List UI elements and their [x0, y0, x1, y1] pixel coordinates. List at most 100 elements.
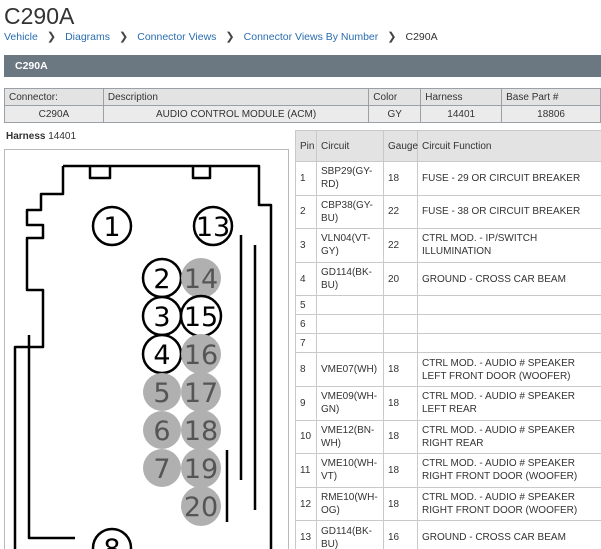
info-value-row: C290A AUDIO CONTROL MODULE (ACM) GY 1440… [4, 105, 601, 123]
pin-13: 13 [192, 205, 234, 247]
value-connector: C290A [4, 105, 104, 123]
pin-cell: 11 [295, 453, 317, 488]
pin-cell: 5 [295, 295, 317, 316]
pin-label: 2 [153, 264, 170, 295]
pin-label: 18 [184, 416, 218, 447]
circuit-cell: SBP29(GY-RD) [316, 161, 384, 196]
pin-label: 15 [184, 302, 218, 333]
connector-diagram: 1 13 2 14 3 15 4 16 5 17 6 18 7 19 20 8 [13, 164, 273, 549]
pin-5: 5 [143, 373, 181, 411]
table-row: 4 GD114(BK-BU) 20 GROUND - CROSS CAR BEAM [295, 261, 601, 297]
header-circuit-function: Circuit Function [417, 130, 601, 162]
function-cell [417, 295, 601, 316]
pin-20: 20 [181, 486, 221, 526]
pin-cell: 12 [295, 486, 317, 522]
function-cell: GROUND - CROSS CAR BEAM [417, 520, 601, 549]
pin-label: 1 [103, 212, 120, 243]
pin-4: 4 [141, 333, 183, 375]
pin-label: 14 [184, 264, 218, 295]
chevron-right-icon: ❯ [119, 31, 129, 43]
function-cell: CTRL MOD. - AUDIO # SPEAKER RIGHT REAR [417, 419, 601, 455]
info-header-row: Connector: Description Color Harness Bas… [4, 88, 601, 106]
circuit-cell [316, 295, 384, 316]
table-row: 11 VME10(WH-VT) 18 CTRL MOD. - AUDIO # SPEA… [295, 453, 601, 488]
pin-17: 17 [181, 372, 221, 412]
table-row: 13 GD114(BK-BU) 16 GROUND - CROSS CAR BEAM [295, 520, 601, 549]
pin-14: 14 [181, 258, 221, 298]
function-cell: CTRL MOD. - IP/SWITCH ILLUMINATION [417, 228, 601, 263]
pin-cell: 4 [295, 261, 317, 297]
pin-19: 19 [181, 448, 221, 488]
pin-2: 2 [141, 257, 183, 299]
pin-label: 20 [184, 492, 218, 523]
circuit-cell: GD114(BK-BU) [316, 261, 384, 297]
function-cell [417, 314, 601, 335]
pin-cell: 1 [295, 161, 317, 196]
header-color: Color [368, 88, 422, 106]
table-row: 3 VLN04(VT-GY) 22 CTRL MOD. - IP/SWITCH ILL… [295, 228, 601, 263]
circuit-cell: VME12(BN-WH) [316, 419, 384, 455]
section-header: C290A [4, 55, 601, 77]
circuit-cell [316, 333, 384, 354]
pin-label: 16 [184, 340, 218, 371]
function-cell: GROUND - CROSS CAR BEAM [417, 261, 601, 297]
breadcrumb-diagrams[interactable]: Diagrams [65, 31, 110, 43]
gauge-cell: 20 [383, 261, 418, 297]
gauge-cell: 16 [383, 520, 418, 549]
breadcrumb-connector-views-by-number[interactable]: Connector Views By Number [244, 31, 379, 43]
gauge-cell: 18 [383, 419, 418, 455]
gauge-cell: 18 [383, 453, 418, 488]
table-row: 9 VME09(WH-GN) 18 CTRL MOD. - AUDIO # SPEAK… [295, 385, 601, 421]
function-cell: CTRL MOD. - AUDIO # SPEAKER RIGHT FRONT … [417, 453, 601, 488]
chevron-right-icon: ❯ [225, 31, 235, 43]
gauge-cell: 18 [383, 161, 418, 196]
breadcrumb-current: C290A [405, 30, 438, 43]
pin-label: 5 [153, 378, 170, 409]
pin-7: 7 [143, 449, 181, 487]
gauge-cell [383, 295, 418, 316]
function-cell: FUSE - 29 OR CIRCUIT BREAKER [417, 161, 601, 196]
function-cell: CTRL MOD. - AUDIO # SPEAKER RIGHT FRONT … [417, 486, 601, 522]
circuit-cell: GD114(BK-BU) [316, 520, 384, 549]
table-row: 2 CBP38(GY-BU) 22 FUSE - 38 OR CIRCUIT BREA… [295, 194, 601, 230]
table-row: 12 RME10(WH-OG) 18 CTRL MOD. - AUDIO # SPEA… [295, 486, 601, 522]
gauge-cell [383, 333, 418, 354]
pin-label: 3 [153, 302, 170, 333]
table-row: 6 [295, 314, 601, 335]
pin-table: Pin Circuit Gauge Circuit Function 1 SBP2… [295, 130, 601, 549]
pin-18: 18 [181, 410, 221, 450]
function-cell: CTRL MOD. - AUDIO # SPEAKER LEFT REAR [417, 385, 601, 421]
pin-15: 15 [179, 294, 223, 338]
pin-cell: 10 [295, 419, 317, 455]
pin-cell: 13 [295, 520, 317, 549]
header-pin: Pin [295, 130, 317, 162]
pin-8: 8 [91, 527, 133, 549]
header-circuit: Circuit [316, 130, 384, 162]
breadcrumb-connector-views[interactable]: Connector Views [137, 31, 216, 43]
connector-pins: 1 13 2 14 3 15 4 16 5 17 6 18 7 19 20 8 [91, 205, 234, 549]
gauge-cell: 18 [383, 486, 418, 522]
gauge-cell: 18 [383, 352, 418, 387]
pin-16: 16 [181, 334, 221, 374]
function-cell [417, 333, 601, 354]
value-base-part: 18806 [501, 105, 601, 123]
breadcrumb-vehicle[interactable]: Vehicle [4, 31, 38, 43]
pin-cell: 7 [295, 333, 317, 354]
pin-3: 3 [141, 295, 183, 337]
gauge-cell [383, 314, 418, 335]
chevron-right-icon: ❯ [387, 31, 397, 43]
circuit-cell: VME09(WH-GN) [316, 385, 384, 421]
chevron-right-icon: ❯ [46, 31, 57, 43]
pin-label: 13 [196, 212, 230, 243]
pin-table-header: Pin Circuit Gauge Circuit Function [295, 130, 601, 162]
page-title: C290A [4, 3, 75, 29]
pin-6: 6 [143, 411, 181, 449]
connector-info-table: Connector: Description Color Harness Bas… [4, 88, 601, 123]
harness-label-text: Harness [6, 131, 46, 142]
header-harness: Harness [420, 88, 503, 106]
pin-cell: 8 [295, 352, 317, 387]
pin-cell: 3 [295, 228, 317, 263]
function-cell: FUSE - 38 OR CIRCUIT BREAKER [417, 194, 601, 230]
header-description: Description [102, 88, 370, 106]
header-base-part: Base Part # [501, 88, 601, 106]
